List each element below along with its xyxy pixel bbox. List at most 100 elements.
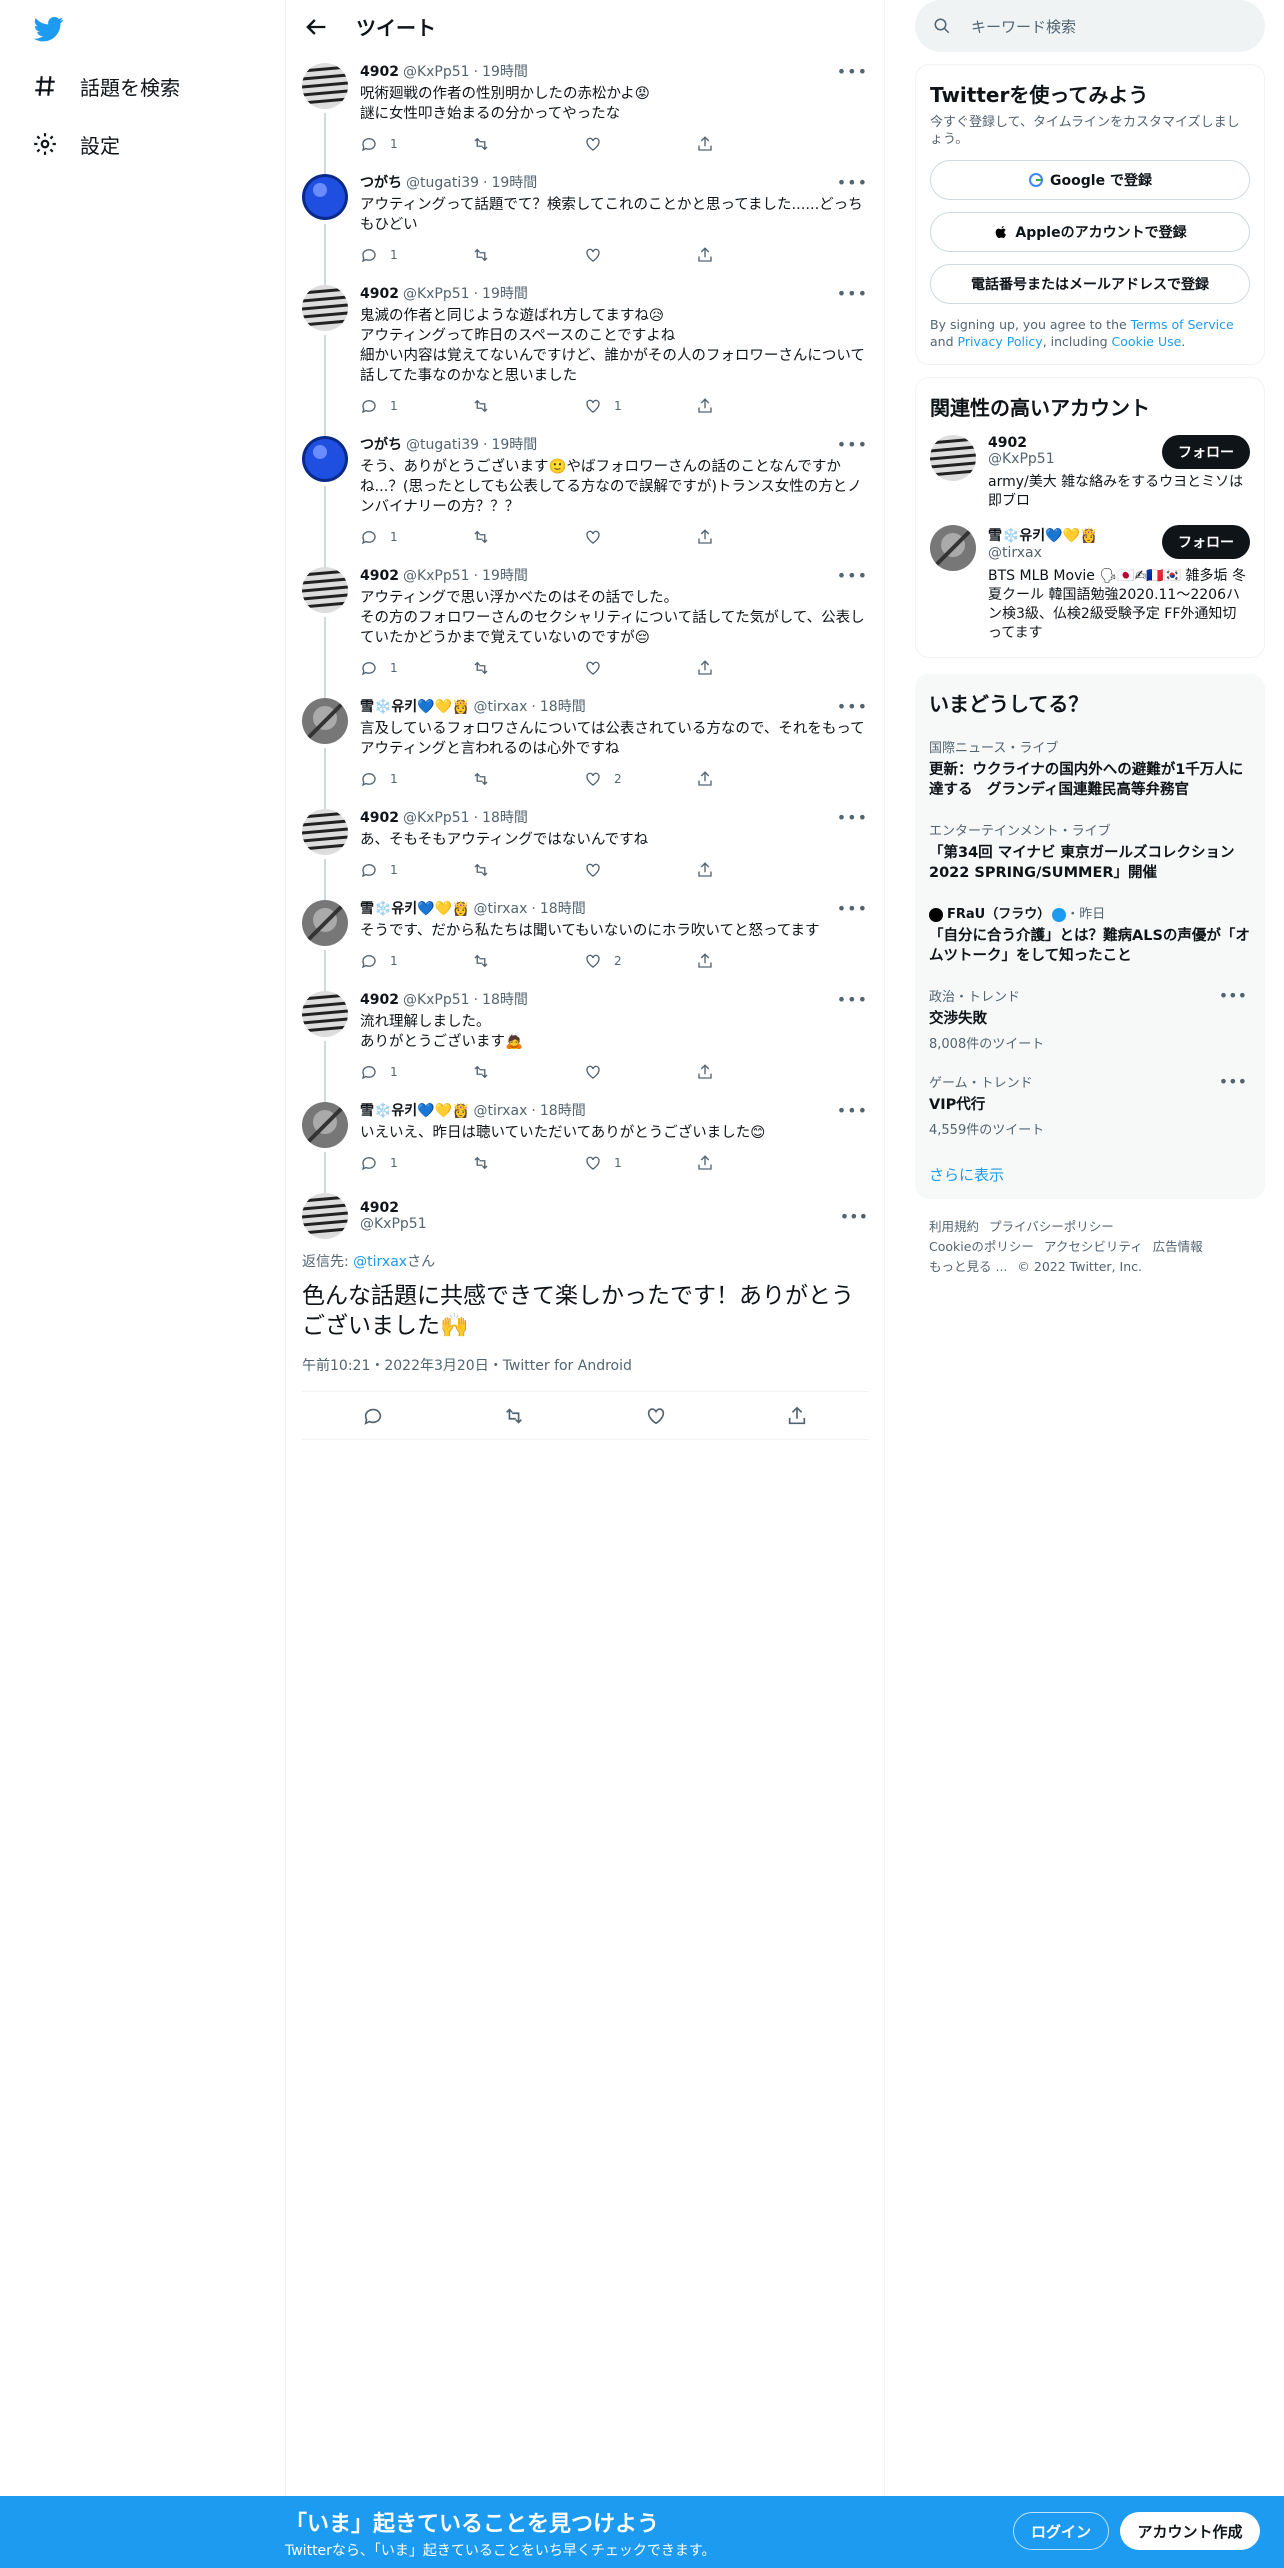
footer-link[interactable]: 広告情報	[1153, 1239, 1203, 1254]
trend-item[interactable]: 国際ニュース・ライブ 更新：ウクライナの国内外への避難が1千万人に達する グランデ…	[929, 737, 1251, 800]
more-icon[interactable]: •••	[837, 63, 868, 81]
tweet-time[interactable]: 18時間	[540, 900, 586, 918]
footer-link[interactable]: アクセシビリティ	[1044, 1239, 1143, 1254]
tweet-author-name[interactable]: つがち	[360, 436, 402, 454]
retweet-button[interactable]	[472, 770, 584, 788]
more-icon[interactable]: •••	[837, 809, 868, 827]
tweet-author-handle[interactable]: @tirxax	[474, 698, 528, 716]
retweet-button[interactable]	[472, 952, 584, 970]
more-icon[interactable]: •••	[1219, 1072, 1247, 1091]
footer-link[interactable]: もっと見る ...	[929, 1259, 1007, 1274]
tweet-author-name[interactable]: 雪❄️유키💙💛👸	[360, 900, 470, 918]
like-button[interactable]	[584, 861, 696, 879]
retweet-icon[interactable]	[503, 1405, 525, 1427]
tweet-author-handle[interactable]: @tirxax	[474, 1102, 528, 1120]
trend-item[interactable]: ゲーム・トレンド VIP代行 4,559件のツイート •••	[929, 1072, 1251, 1138]
more-icon[interactable]: •••	[837, 174, 868, 192]
tweet[interactable]: つがち @tugati39 · 19時間 ••• そう、ありがとうございます🙂やばフォロワ…	[286, 426, 884, 567]
tweet-time[interactable]: 18時間	[540, 698, 586, 716]
more-icon[interactable]: •••	[837, 900, 868, 918]
tweet-time[interactable]: 19時間	[491, 174, 537, 192]
more-icon[interactable]: •••	[840, 1207, 868, 1226]
search-input[interactable]: キーワード検索	[915, 0, 1265, 52]
share-button[interactable]	[696, 861, 726, 879]
more-icon[interactable]: •••	[837, 991, 868, 1009]
more-icon[interactable]: •••	[1219, 986, 1247, 1005]
tweet[interactable]: 雪❄️유키💙💛👸 @tirxax · 18時間 ••• 言及しているフォロワさんについては…	[286, 688, 884, 809]
avatar[interactable]	[930, 525, 976, 571]
apple-signup-button[interactable]: Appleのアカウントで登録	[930, 212, 1250, 252]
reply-button[interactable]: 1	[360, 770, 472, 788]
follow-button[interactable]: フォロー	[1162, 525, 1250, 559]
like-button[interactable]: 2	[584, 952, 696, 970]
reply-icon[interactable]	[362, 1405, 384, 1427]
retweet-button[interactable]	[472, 246, 584, 264]
footer-link[interactable]: Cookieのポリシー	[929, 1239, 1034, 1254]
tweet-author-handle[interactable]: @KxPp51	[403, 285, 470, 303]
tweet-author-name[interactable]: 4902	[360, 809, 399, 827]
retweet-button[interactable]	[472, 861, 584, 879]
share-button[interactable]	[696, 659, 726, 677]
trend-item[interactable]: 政治・トレンド 交渉失敗 8,008件のツイート •••	[929, 986, 1251, 1052]
tweet[interactable]: 4902 @KxPp51 · 18時間 ••• あ、そもそもアウティングではないんですね 1	[286, 799, 884, 900]
like-button[interactable]: 2	[584, 770, 696, 788]
cookie-link[interactable]: Cookie Use	[1112, 334, 1182, 349]
back-arrow-icon[interactable]	[302, 13, 330, 41]
footer-link[interactable]: 利用規約	[929, 1219, 979, 1234]
tweet[interactable]: 雪❄️유키💙💛👸 @tirxax · 18時間 ••• そうです、だから私たちは聞いてもい…	[286, 890, 884, 991]
main-tweet-name[interactable]: 4902	[360, 1200, 427, 1216]
avatar[interactable]	[302, 567, 348, 613]
share-button[interactable]	[696, 1063, 726, 1081]
share-button[interactable]	[696, 528, 726, 546]
tweet-author-handle[interactable]: @tugati39	[406, 436, 479, 454]
more-icon[interactable]: •••	[837, 285, 868, 303]
reply-button[interactable]: 1	[360, 952, 472, 970]
avatar[interactable]	[930, 435, 976, 481]
tweet-time[interactable]: 19時間	[491, 436, 537, 454]
share-button[interactable]	[696, 246, 726, 264]
tweet-time[interactable]: 18時間	[540, 1102, 586, 1120]
retweet-button[interactable]	[472, 135, 584, 153]
tweet-author-handle[interactable]: @tugati39	[406, 174, 479, 192]
avatar[interactable]	[302, 991, 348, 1037]
more-icon[interactable]: •••	[837, 436, 868, 454]
show-more-link[interactable]: さらに表示	[929, 1164, 1251, 1185]
avatar[interactable]	[302, 900, 348, 946]
phone-signup-button[interactable]: 電話番号またはメールアドレスで登録	[930, 264, 1250, 304]
share-icon[interactable]	[786, 1405, 808, 1427]
share-button[interactable]	[696, 952, 726, 970]
share-button[interactable]	[696, 1154, 726, 1172]
like-button[interactable]	[584, 135, 696, 153]
retweet-button[interactable]	[472, 1154, 584, 1172]
tweet-author-name[interactable]: 4902	[360, 285, 399, 303]
like-button[interactable]: 1	[584, 1154, 696, 1172]
retweet-button[interactable]	[472, 1063, 584, 1081]
tweet-author-name[interactable]: 4902	[360, 567, 399, 585]
tweet-author-handle[interactable]: @KxPp51	[403, 63, 470, 81]
tweet-author-handle[interactable]: @tirxax	[474, 900, 528, 918]
avatar[interactable]	[302, 285, 348, 331]
tweet-author-name[interactable]: 4902	[360, 991, 399, 1009]
main-tweet-handle[interactable]: @KxPp51	[360, 1216, 427, 1232]
tweet-author-name[interactable]: 4902	[360, 63, 399, 81]
avatar[interactable]	[302, 698, 348, 744]
tweet-author-handle[interactable]: @KxPp51	[403, 991, 470, 1009]
avatar[interactable]	[302, 63, 348, 109]
avatar[interactable]	[302, 809, 348, 855]
tweet-author-handle[interactable]: @KxPp51	[403, 567, 470, 585]
avatar[interactable]	[302, 174, 348, 220]
avatar[interactable]	[302, 436, 348, 482]
trend-item[interactable]: エンターテインメント・ライブ 「第34回 マイナビ 東京ガールズコレクション 20…	[929, 820, 1251, 883]
tweet[interactable]: 4902 @KxPp51 · 19時間 ••• 呪術廻戦の作者の性別明かしたの赤松かよ😡 …	[286, 53, 884, 174]
follow-button[interactable]: フォロー	[1162, 435, 1250, 469]
like-button[interactable]: 1	[584, 397, 696, 415]
twitter-logo-icon[interactable]	[32, 14, 66, 44]
tweet[interactable]: 4902 @KxPp51 · 19時間 ••• 鬼滅の作者と同じような遊ばれ方してますね😥…	[286, 275, 884, 436]
tweet-time[interactable]: 19時間	[482, 285, 528, 303]
more-icon[interactable]: •••	[837, 698, 868, 716]
nav-settings[interactable]: 設定	[32, 124, 120, 164]
more-icon[interactable]: •••	[837, 567, 868, 585]
login-button[interactable]: ログイン	[1013, 2512, 1109, 2550]
google-signup-button[interactable]: Google で登録	[930, 160, 1250, 200]
tweet-author-name[interactable]: 雪❄️유키💙💛👸	[360, 1102, 470, 1120]
